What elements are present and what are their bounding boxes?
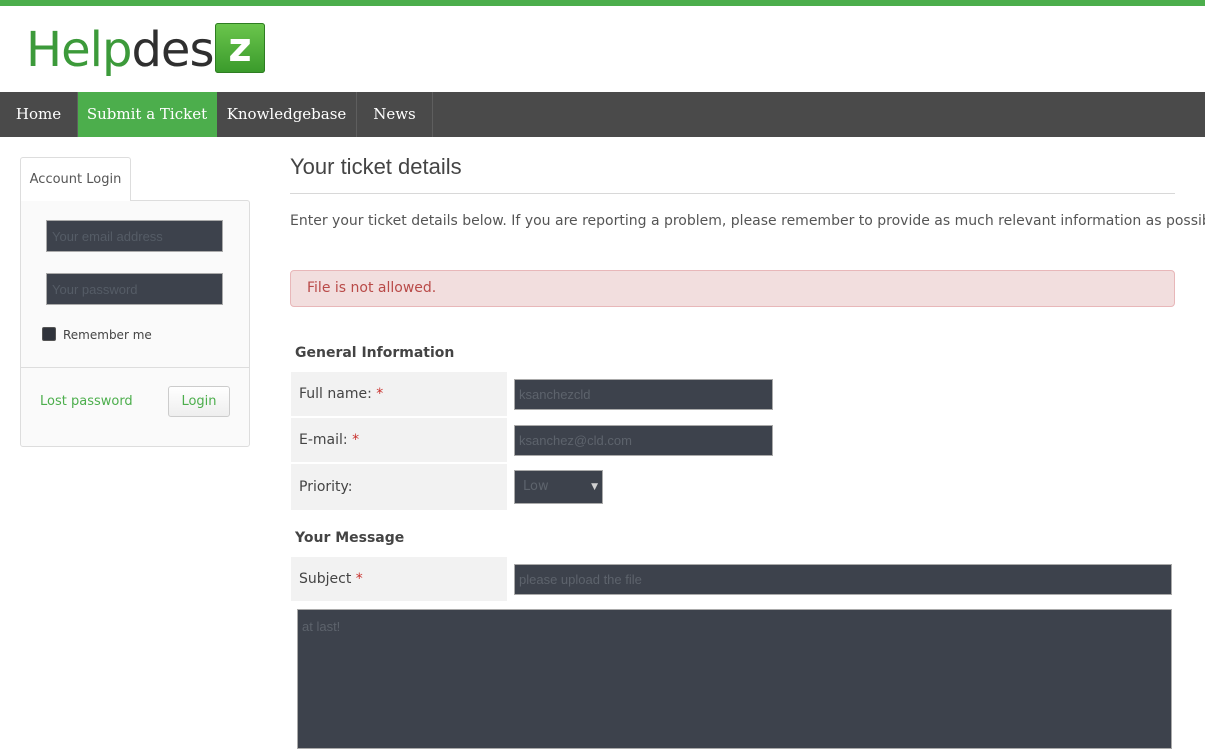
nav-home[interactable]: Home (0, 92, 78, 137)
top-accent-bar (0, 0, 1205, 6)
email-field[interactable] (514, 425, 773, 456)
full-name-label: Full name: (299, 386, 372, 402)
nav-submit-ticket[interactable]: Submit a Ticket (78, 92, 217, 137)
subject-label: Subject (299, 571, 352, 587)
email-label: E-mail: (299, 432, 348, 448)
required-marker: * (376, 386, 384, 402)
page-title: Your ticket details (290, 154, 462, 179)
logo-z-letter: z (228, 25, 252, 71)
email-label-cell: E-mail: * (291, 418, 507, 462)
nav-knowledgebase[interactable]: Knowledgebase (217, 92, 357, 137)
title-divider (290, 193, 1175, 194)
subject-label-cell: Subject * (291, 557, 507, 601)
full-name-label-cell: Full name: * (291, 372, 507, 416)
password-input[interactable] (46, 273, 223, 305)
priority-label-cell: Priority: (291, 464, 507, 510)
priority-select[interactable]: Low ▼ (514, 470, 603, 504)
general-information-heading: General Information (295, 345, 455, 361)
message-textarea[interactable]: at last! (297, 609, 1172, 749)
your-message-heading: Your Message (295, 530, 405, 546)
subject-input[interactable] (514, 564, 1172, 595)
logo-text: Helpdesk (26, 22, 241, 78)
remember-me-label: Remember me (63, 328, 152, 342)
email-input[interactable] (46, 220, 223, 252)
lost-password-link[interactable]: Lost password (40, 394, 133, 409)
chevron-down-icon: ▼ (591, 482, 598, 492)
main-navigation: Home Submit a Ticket Knowledgebase News (0, 92, 1205, 137)
remember-me-checkbox[interactable] (42, 327, 56, 341)
intro-text: Enter your ticket details below. If you … (290, 213, 1205, 229)
login-divider (21, 367, 249, 368)
required-marker: * (352, 432, 360, 448)
logo-help-text: Help (26, 22, 132, 78)
error-alert: File is not allowed. (290, 270, 1175, 307)
login-form-area: Remember me (21, 201, 249, 367)
account-login-panel: Remember me Lost password Login (20, 200, 250, 447)
logo-z-box: z (215, 23, 265, 73)
nav-news[interactable]: News (357, 92, 433, 137)
account-login-tab[interactable]: Account Login (20, 157, 131, 201)
priority-selected-value: Low (523, 479, 549, 494)
login-button[interactable]: Login (168, 386, 230, 417)
priority-label: Priority: (299, 479, 353, 495)
required-marker: * (355, 571, 363, 587)
full-name-input[interactable] (514, 379, 773, 410)
